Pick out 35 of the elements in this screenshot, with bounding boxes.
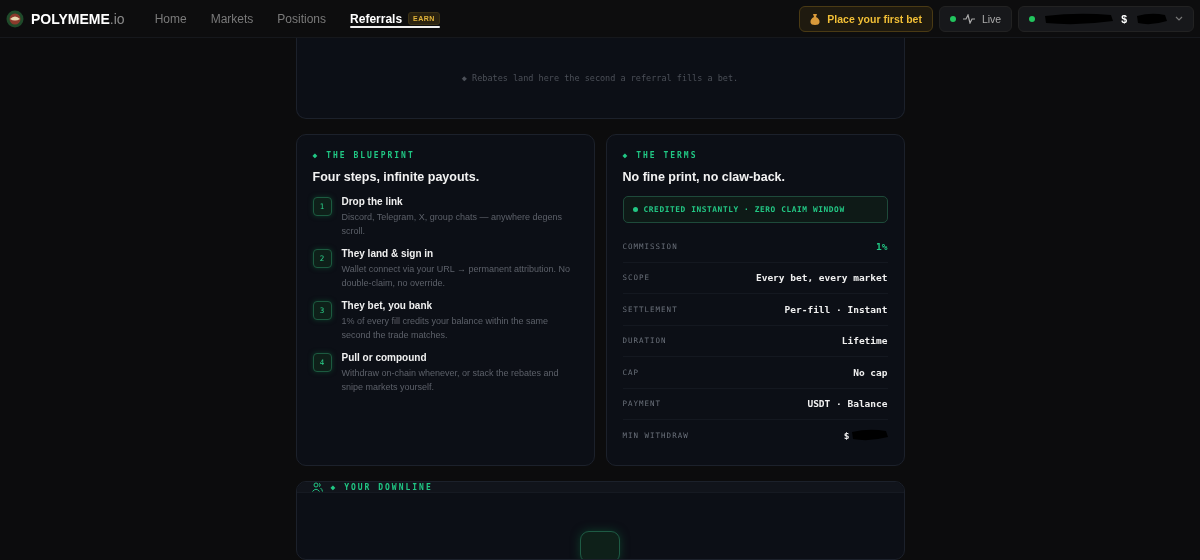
step-title: Drop the link bbox=[341, 196, 404, 207]
term-value: Lifetime bbox=[841, 335, 888, 347]
card-title: Four steps, infinite payouts. bbox=[312, 170, 481, 184]
chevron-down-icon bbox=[1175, 16, 1183, 21]
nav-tab[interactable]: Markets bbox=[210, 0, 254, 38]
live-button[interactable]: Live bbox=[938, 5, 1013, 32]
term-value: 1% bbox=[876, 240, 888, 252]
section-label: ◆ YOUR DOWNLINE bbox=[330, 482, 433, 492]
card-title: No fine print, no claw-back. bbox=[622, 170, 787, 184]
step-description: 1% of every fill credits your balance within the same second the trade matches. bbox=[341, 315, 550, 342]
activity-icon bbox=[962, 13, 975, 24]
place-bet-button[interactable]: Place your first bet bbox=[799, 5, 933, 32]
logo-icon bbox=[6, 9, 24, 28]
step-description: Discord, Telegram, X, group chats — anywhere degens scroll. bbox=[341, 211, 563, 238]
step-title: Pull or compound bbox=[341, 352, 428, 363]
empty-state-badge bbox=[580, 531, 620, 559]
nav-tab[interactable]: Positions bbox=[277, 0, 327, 38]
users-icon bbox=[311, 482, 323, 492]
term-value: Per-fill · Instant bbox=[784, 303, 888, 315]
section-label: ◆ THE TERMS bbox=[622, 151, 699, 160]
step-title: They land & sign in bbox=[341, 248, 435, 259]
redaction-mark bbox=[1043, 11, 1114, 26]
money-bag-icon bbox=[810, 12, 821, 25]
term-value: No cap bbox=[853, 366, 888, 378]
term-value: Every bet, every market bbox=[755, 272, 888, 284]
step-title: They bet, you bank bbox=[341, 300, 434, 311]
redaction-mark bbox=[1135, 11, 1167, 26]
section-label: ◆ THE BLUEPRINT bbox=[312, 151, 416, 160]
step-description: Withdraw on-chain whenever, or stack the rebates and snipe markets yourself. bbox=[341, 367, 560, 394]
term-value: $ bbox=[843, 428, 888, 443]
account-button[interactable]: $ bbox=[1018, 5, 1194, 32]
nav-tab[interactable]: Home bbox=[154, 0, 187, 38]
step-description: Wallet connect via your URL → permanent attribution. No double-claim, no override. bbox=[341, 263, 571, 290]
brand-name[interactable]: POLYMEME.io bbox=[31, 10, 125, 27]
term-value: USDT · Balance bbox=[807, 398, 888, 410]
